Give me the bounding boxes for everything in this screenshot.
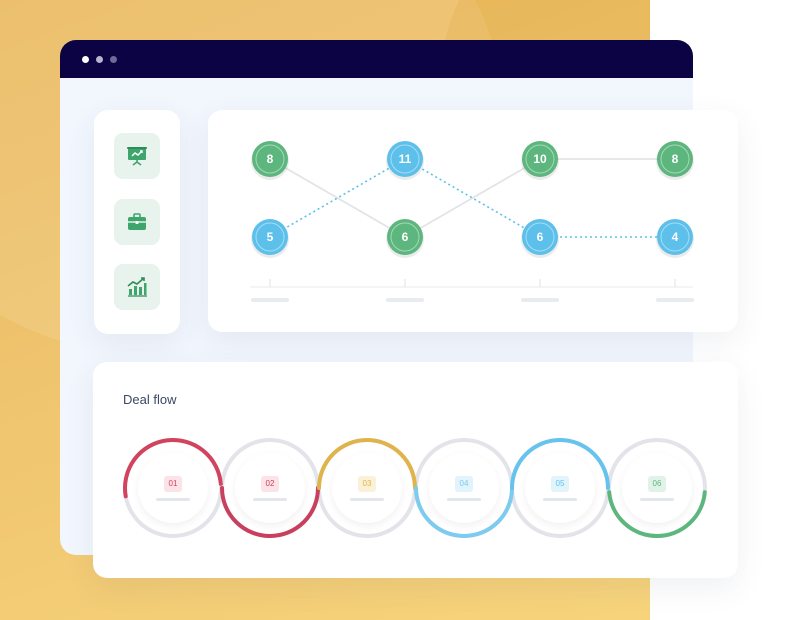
- deal-step-text-placeholder: [156, 498, 190, 501]
- flow-axis-label-placeholder: [386, 298, 424, 302]
- deal-step-text-placeholder: [350, 498, 384, 501]
- deal-step-badge: 03: [358, 476, 376, 492]
- briefcase-icon: [128, 213, 146, 230]
- deal-step[interactable]: 05: [510, 438, 610, 538]
- flow-node-value: 5: [267, 230, 274, 244]
- flow-chart-card: 8 11 10 8 5 6 6 4: [208, 110, 738, 332]
- window-minimize-dot[interactable]: [96, 55, 103, 63]
- flow-node-value: 8: [672, 152, 679, 166]
- flow-node-value: 4: [672, 230, 679, 244]
- flow-axis-label-placeholder: [656, 298, 694, 302]
- deal-flow-card: Deal flow 01 02 03 04 05 06: [93, 362, 738, 578]
- deal-step-badge: 06: [648, 476, 666, 492]
- flow-node[interactable]: 6: [386, 219, 424, 258]
- flow-node-value: 10: [533, 152, 547, 166]
- sidebar-item-growth[interactable]: [114, 264, 160, 310]
- window-close-dot[interactable]: [82, 55, 89, 63]
- flow-node-value: 11: [399, 152, 412, 166]
- flow-node-value: 8: [267, 152, 274, 166]
- deal-step[interactable]: 06: [607, 438, 707, 538]
- sidebar-item-briefcase[interactable]: [114, 199, 160, 245]
- presentation-icon: [127, 147, 147, 166]
- deal-step-badge: 01: [164, 476, 182, 492]
- sidebar: [94, 110, 180, 334]
- flow-axis-label-placeholder: [251, 298, 289, 302]
- sidebar-item-presentation[interactable]: [114, 133, 160, 179]
- deal-step-text-placeholder: [253, 498, 287, 501]
- flow-node[interactable]: 10: [521, 141, 559, 180]
- window-zoom-dot[interactable]: [110, 55, 117, 63]
- flow-node[interactable]: 4: [656, 219, 694, 258]
- deal-step[interactable]: 04: [414, 438, 514, 538]
- deal-step[interactable]: 01: [123, 438, 223, 538]
- flow-node[interactable]: 6: [521, 219, 559, 258]
- flow-chart: 8 11 10 8 5 6 6 4: [250, 141, 694, 302]
- deal-step[interactable]: 03: [317, 438, 417, 538]
- flow-node[interactable]: 8: [656, 141, 694, 180]
- deal-step-text-placeholder: [640, 498, 674, 501]
- deal-step-text-placeholder: [543, 498, 577, 501]
- deal-step-badge: 05: [551, 476, 569, 492]
- growth-chart-icon: [127, 277, 147, 297]
- flow-axis-label-placeholder: [521, 298, 559, 302]
- deal-step-text-placeholder: [447, 498, 481, 501]
- flow-node[interactable]: 5: [251, 219, 289, 258]
- window-titlebar: [60, 40, 693, 78]
- flow-node[interactable]: 11: [386, 141, 424, 180]
- flow-node-value: 6: [402, 230, 409, 244]
- flow-node-value: 6: [537, 230, 544, 244]
- deal-step[interactable]: 02: [220, 438, 320, 538]
- flow-node[interactable]: 8: [251, 141, 289, 180]
- deal-step-badge: 04: [455, 476, 473, 492]
- deal-step-badge: 02: [261, 476, 279, 492]
